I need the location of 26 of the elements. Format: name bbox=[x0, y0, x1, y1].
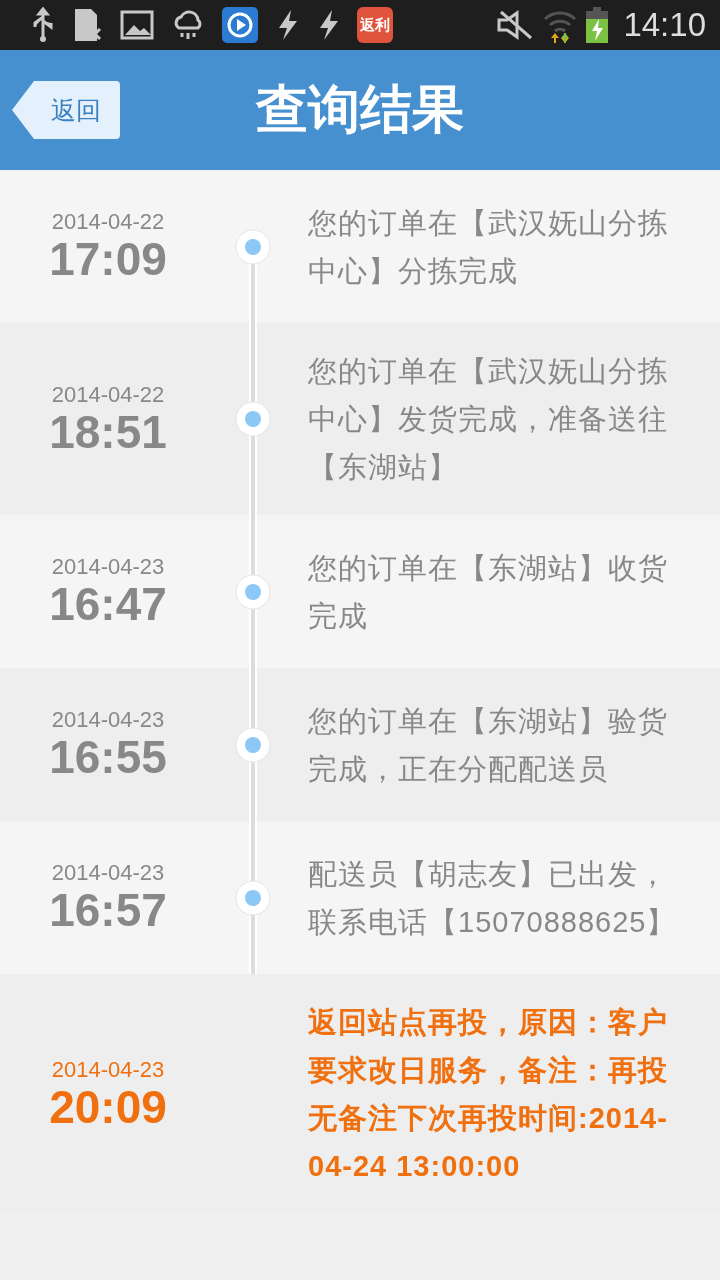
date-label: 2014-04-22 bbox=[51, 381, 165, 408]
date-label: 2014-04-23 bbox=[51, 860, 165, 887]
status-message: 配送员【胡志友】已出发，联系电话【15070888625】 bbox=[307, 856, 678, 940]
time-label: 16:55 bbox=[49, 733, 167, 782]
status-message: 您的订单在【东湖站】验货完成，正在分配配送员 bbox=[307, 703, 669, 787]
image-icon bbox=[120, 10, 154, 40]
status-message: 您的订单在【东湖站】收货完成 bbox=[307, 550, 669, 634]
play-icon bbox=[222, 7, 258, 43]
page-title: 查询结果 bbox=[256, 79, 464, 140]
date-label: 2014-04-23 bbox=[51, 1056, 165, 1083]
time-label: 16:57 bbox=[49, 886, 167, 935]
status-message: 返回站点再投，原因：客户要求改日服务，备注：再投无备注下次再投时间:2014-04-24 13:00:00 bbox=[307, 1005, 669, 1184]
sim-card-icon bbox=[73, 7, 103, 43]
back-button[interactable]: 返回 bbox=[12, 81, 120, 139]
date-label: 2014-04-23 bbox=[51, 707, 165, 734]
time-label: 16:47 bbox=[49, 580, 167, 629]
status-message: 您的订单在【武汉妩山分拣中心】发货完成，准备送往【东湖站】 bbox=[307, 354, 669, 485]
clock-time: 14:10 bbox=[623, 6, 706, 44]
time-label: 18:51 bbox=[49, 407, 167, 457]
time-label: 20:09 bbox=[49, 1082, 167, 1132]
app-badge: 返利 bbox=[357, 7, 393, 43]
battery-icon bbox=[585, 7, 610, 43]
time-label: 17:09 bbox=[49, 235, 167, 284]
status-message: 您的订单在【武汉妩山分拣中心】分拣完成 bbox=[307, 205, 669, 289]
date-label: 2014-04-22 bbox=[51, 209, 165, 236]
date-label: 2014-04-23 bbox=[51, 554, 165, 581]
